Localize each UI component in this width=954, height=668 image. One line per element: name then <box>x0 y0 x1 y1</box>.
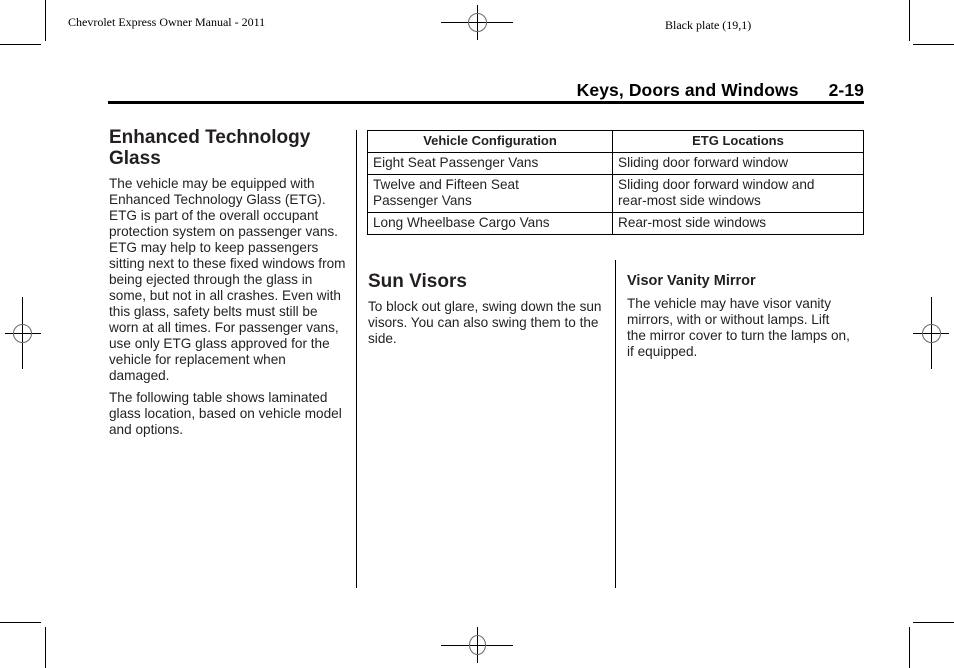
crop-mark <box>0 622 41 623</box>
slug-right: Black plate (19,1) <box>665 18 752 32</box>
section-title-sun-visors: Sun Visors <box>368 271 467 292</box>
running-head: Keys, Doors and Windows 2-19 <box>577 80 864 101</box>
etg-paragraph-1: The vehicle may be equipped with Enhance… <box>109 176 346 383</box>
table-cell: Eight Seat Passenger Vans <box>367 152 613 175</box>
section-title-etg: Enhanced Technology Glass <box>109 127 311 169</box>
table-cell: Twelve and Fifteen Seat Passenger Vans <box>367 174 613 213</box>
column-header: Vehicle Configuration <box>367 130 613 153</box>
crop-mark <box>45 0 46 41</box>
column-divider <box>615 260 616 588</box>
crop-mark <box>909 0 910 41</box>
crop-mark <box>0 44 41 45</box>
visor-mirror-paragraph: The vehicle may have visor vanity mirror… <box>627 296 850 359</box>
etg-locations-table: Vehicle Configuration ETG Locations Eigh… <box>367 130 864 235</box>
crop-mark <box>909 627 910 668</box>
table-cell: Rear-most side windows <box>612 212 864 235</box>
etg-paragraph-2: The following table shows laminated glas… <box>109 390 342 437</box>
table-row: Eight Seat Passenger Vans Sliding door f… <box>367 152 864 175</box>
table-row: Long Wheelbase Cargo Vans Rear-most side… <box>367 212 864 235</box>
page-number: 2-19 <box>828 80 864 100</box>
running-head-section: Keys, Doors and Windows <box>576 80 799 100</box>
crop-mark <box>45 627 46 668</box>
slug-left: Chevrolet Express Owner Manual - 2011 <box>68 15 266 29</box>
column-divider <box>356 130 357 588</box>
column-header: ETG Locations <box>612 130 864 153</box>
table-header-row: Vehicle Configuration ETG Locations <box>367 130 864 153</box>
crop-mark <box>913 622 954 623</box>
table-cell: Long Wheelbase Cargo Vans <box>367 212 613 235</box>
sun-visors-paragraph: To block out glare, swing down the sun v… <box>368 299 602 346</box>
crop-mark <box>913 44 954 45</box>
header-rule <box>108 101 864 104</box>
table-row: Twelve and Fifteen Seat Passenger Vans S… <box>367 174 864 213</box>
table-cell: Sliding door forward window <box>612 152 864 175</box>
subsection-title-visor-mirror: Visor Vanity Mirror <box>627 273 756 289</box>
table-cell: Sliding door forward window and rear-mos… <box>612 174 864 213</box>
